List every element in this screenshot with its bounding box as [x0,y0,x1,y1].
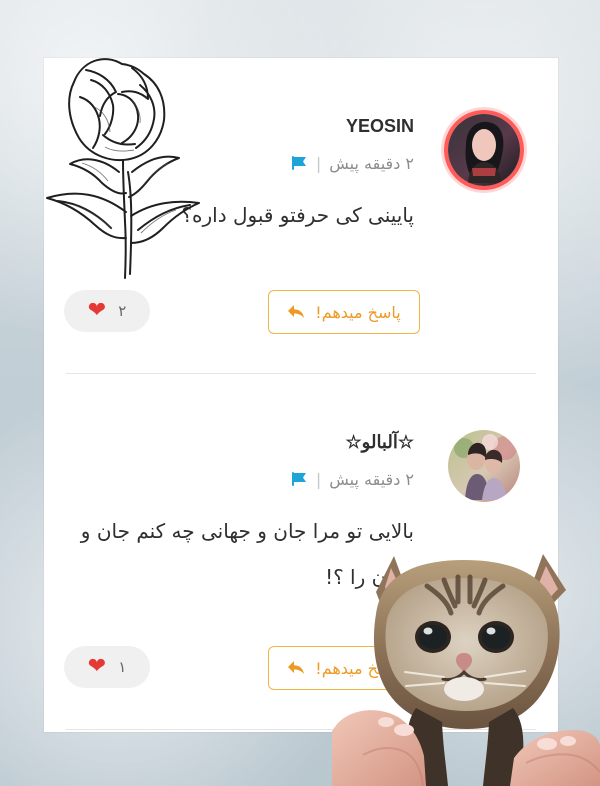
time-ago: ۲ دقیقه پیش [329,469,414,489]
avatar-photo-icon [448,114,520,186]
heart-icon: ❤ [87,654,107,679]
avatar[interactable] [448,430,520,502]
reply-icon [287,660,305,676]
comments-card: YEOSIN | ۲ دقیقه پیش پایینی کی حرفتو قبو… [44,58,558,732]
comment-divider [66,729,536,730]
flag-icon[interactable] [290,155,308,171]
heart-icon: ❤ [87,298,107,323]
reply-icon [287,304,305,320]
reply-button[interactable]: پاسخ میدهم! [268,290,420,334]
meta-separator: | [315,469,322,489]
time-ago: ۲ دقیقه پیش [329,153,414,173]
comment-item: ☆آلبالو☆ | ۲ دقیقه پیش بالایی تو مرا جان… [44,374,558,730]
comment-item: YEOSIN | ۲ دقیقه پیش پایینی کی حرفتو قبو… [44,58,558,373]
reply-button[interactable]: پاسخ میدهم! [268,646,420,690]
username[interactable]: ☆آلبالو☆ [346,432,414,453]
username[interactable]: YEOSIN [346,116,414,137]
avatar[interactable] [448,114,520,186]
comment-line: پایینی کی حرفتو قبول داره؟ [181,203,414,227]
like-button[interactable]: ❤ ۲ [64,290,150,332]
comment-meta: | ۲ دقیقه پیش [290,152,414,174]
comment-line: بالایی تو مرا جان و جهانی چه کنم جان و [80,519,414,543]
comment-line: جهان را ؟! [325,565,414,589]
reply-label: پاسخ میدهم! [315,302,401,322]
comment-text: پایینی کی حرفتو قبول داره؟ [181,192,414,238]
like-count: ۱ [118,658,127,676]
flag-icon[interactable] [290,471,308,487]
comment-meta: | ۲ دقیقه پیش [290,468,414,490]
avatar-photo-icon [448,430,520,502]
reply-label: پاسخ میدهم! [315,658,401,678]
meta-separator: | [315,153,322,173]
comment-text: بالایی تو مرا جان و جهانی چه کنم جان و ج… [81,508,414,600]
like-button[interactable]: ❤ ۱ [64,646,150,688]
like-count: ۲ [118,302,127,320]
